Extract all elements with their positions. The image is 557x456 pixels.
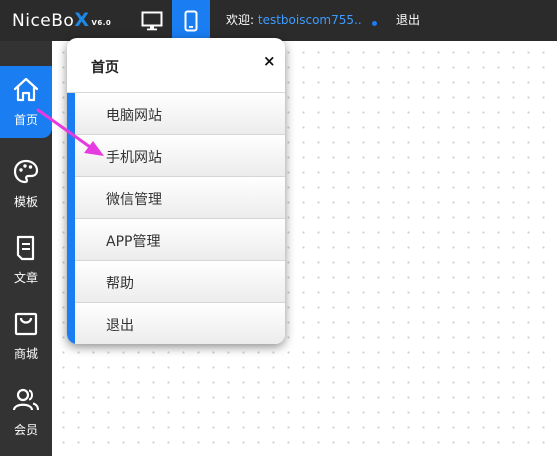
phone-icon [184,10,198,31]
menu-item-label: 电脑网站 [106,108,162,124]
sidebar-item-home[interactable]: 首页 [0,66,52,138]
welcome-prefix: 欢迎: [226,13,255,27]
sidebar-item-templates[interactable]: 模板 [0,148,52,220]
members-icon [12,388,39,411]
bag-icon [14,312,38,336]
menu-item-label: APP管理 [106,234,161,250]
menu-item-wechat[interactable]: 微信管理 [75,177,285,219]
close-icon[interactable]: × [263,52,276,70]
monitor-icon [141,11,163,30]
sidebar-item-label: 商城 [13,347,38,361]
sidebar-item-label: 首页 [13,113,38,127]
mobile-view-button[interactable] [172,0,210,41]
home-icon [13,77,39,102]
document-icon [16,235,35,261]
menu-title: 首页 [91,60,119,76]
sidebar-item-label: 模板 [13,195,38,209]
menu-item-help[interactable]: 帮助 [75,261,285,303]
top-bar: NiceBoX V6.0 欢迎: testboiscom755.. 退出 [0,0,557,41]
menu-accent-bar [67,93,75,344]
menu-header: 首页 × [67,38,285,93]
menu-item-label: 微信管理 [106,192,162,208]
sidebar-item-label: 文章 [13,271,38,285]
menu-item-app[interactable]: APP管理 [75,219,285,261]
menu-item-label: 退出 [106,318,134,334]
notification-dot [372,21,377,26]
sidebar-item-shop[interactable]: 商城 [0,300,52,372]
desktop-view-button[interactable] [133,0,171,41]
home-popup-menu: 首页 × 电脑网站 手机网站 微信管理 APP管理 帮助 退出 [67,38,285,344]
menu-item-logout[interactable]: 退出 [75,303,285,344]
menu-item-label: 手机网站 [106,150,162,166]
sidebar-item-label: 会员 [13,423,38,437]
username-link[interactable]: testboiscom755.. [258,13,362,27]
logout-link[interactable]: 退出 [396,0,420,41]
menu-item-label: 帮助 [106,276,134,292]
menu-item-mobile-site[interactable]: 手机网站 [75,135,285,177]
logo-version: V6.0 [91,19,112,27]
logo[interactable]: NiceBoX V6.0 [12,9,111,31]
sidebar: 首页 模板 文章 商城 会员 [0,41,52,456]
logo-x: X [74,9,90,31]
welcome-text: 欢迎: testboiscom755.. [226,0,362,41]
sidebar-item-members[interactable]: 会员 [0,376,52,448]
palette-icon [13,159,39,184]
logo-text: NiceBo [12,11,75,31]
sidebar-item-articles[interactable]: 文章 [0,224,52,296]
menu-item-desktop-site[interactable]: 电脑网站 [75,93,285,135]
